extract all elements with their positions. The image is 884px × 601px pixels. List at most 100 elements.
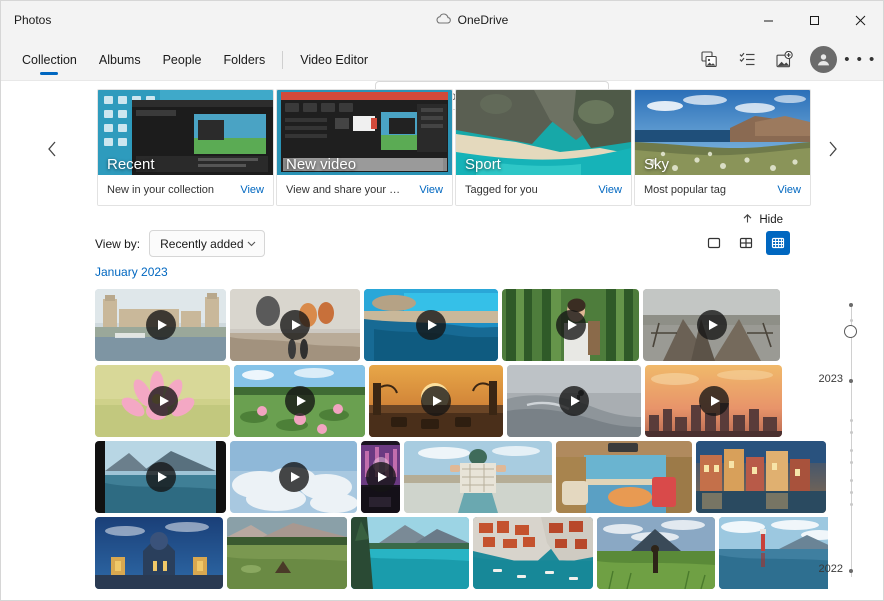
hide-banner-button[interactable]: Hide: [742, 211, 783, 229]
play-button[interactable]: [146, 310, 176, 340]
play-button[interactable]: [285, 386, 315, 416]
banner-card-recent[interactable]: Recent New in your collection View: [97, 89, 274, 206]
banner-card-subtitle: New in your collection: [107, 184, 214, 196]
tile-cloudscape[interactable]: [230, 441, 357, 513]
tab-collection[interactable]: Collection: [11, 39, 88, 80]
play-button[interactable]: [146, 462, 176, 492]
banner-card-image: Recent: [98, 90, 273, 175]
tile-man-in-forest[interactable]: [502, 289, 639, 361]
tab-albums-label: Albums: [99, 53, 141, 67]
nav-separator: [282, 51, 283, 69]
tile-turquoise-lake: [351, 517, 469, 589]
scrubber-tick: [850, 419, 853, 422]
play-button[interactable]: [559, 386, 589, 416]
play-button[interactable]: [280, 310, 310, 340]
tile-pink-lotus[interactable]: [95, 365, 230, 437]
banner-cards: Recent New in your collection View: [97, 89, 812, 206]
tile-lotus-pond[interactable]: [234, 365, 365, 437]
view-by-label: View by:: [95, 237, 140, 251]
account-avatar[interactable]: [810, 46, 837, 73]
tab-people[interactable]: People: [152, 39, 213, 80]
view-size-medium-icon[interactable]: [734, 231, 758, 255]
nav-tabs: Collection Albums People Folders Video E…: [1, 39, 379, 80]
banner-card-title: Sky: [644, 156, 669, 173]
photo-grid: [95, 289, 828, 590]
tile-grey-surfer[interactable]: [507, 365, 641, 437]
chevron-right-icon[interactable]: [819, 136, 845, 162]
banner-card-footer: Tagged for you View: [456, 175, 631, 205]
play-button[interactable]: [556, 310, 586, 340]
tab-people-label: People: [163, 53, 202, 67]
scrubber-year-2023: 2023: [819, 373, 843, 385]
banner-card-title: New video: [286, 156, 356, 173]
tile-wooden-pier[interactable]: [643, 289, 780, 361]
month-header[interactable]: January 2023: [95, 265, 168, 279]
tile-city-skyline-dusk[interactable]: [645, 365, 782, 437]
tile-coastal-lagoon[interactable]: [364, 289, 498, 361]
window-controls: [745, 1, 883, 39]
view-size-small-icon[interactable]: [766, 231, 790, 255]
banner-card-subtitle: View and share your vi...: [286, 184, 401, 196]
scrubber-handle[interactable]: [844, 325, 857, 338]
scrubber-tick: [850, 449, 853, 452]
banner-carousel: Recent New in your collection View: [1, 89, 883, 208]
scrubber-tick: [849, 569, 853, 573]
onedrive-label: OneDrive: [458, 13, 509, 27]
scrubber-tick: [850, 491, 853, 494]
minimize-button[interactable]: [745, 1, 791, 39]
scrubber-track: [851, 305, 852, 577]
more-options-button[interactable]: • • •: [843, 44, 877, 76]
multi-select-photos-icon[interactable]: [690, 44, 728, 76]
banner-card-image: Sky: [635, 90, 810, 175]
chevron-left-icon[interactable]: [39, 136, 65, 162]
play-button[interactable]: [416, 310, 446, 340]
banner-card-view-link[interactable]: View: [419, 184, 443, 196]
banner-card-sky[interactable]: Sky Most popular tag View: [634, 89, 811, 206]
play-button[interactable]: [697, 310, 727, 340]
play-button[interactable]: [421, 386, 451, 416]
timeline-scrubber[interactable]: 2023 2022: [805, 297, 865, 589]
tab-folders[interactable]: Folders: [213, 39, 277, 80]
hide-label: Hide: [759, 214, 783, 226]
tile-hiker-volcano: [597, 517, 715, 589]
tile-hot-air-balloons[interactable]: [230, 289, 360, 361]
banner-card-title: Sport: [465, 156, 501, 173]
play-button[interactable]: [699, 386, 729, 416]
play-button[interactable]: [279, 462, 309, 492]
tile-mountain-lake[interactable]: [95, 441, 226, 513]
banner-card-image: New video: [277, 90, 452, 175]
banner-card-view-link[interactable]: View: [777, 184, 801, 196]
tab-albums[interactable]: Albums: [88, 39, 152, 80]
checklist-icon[interactable]: [728, 44, 766, 76]
tile-westminster-river[interactable]: [95, 289, 226, 361]
close-button[interactable]: [837, 1, 883, 39]
banner-card-view-link[interactable]: View: [598, 184, 622, 196]
banner-card-title: Recent: [107, 156, 155, 173]
play-button[interactable]: [148, 386, 178, 416]
banner-card-sport[interactable]: Sport Tagged for you View: [455, 89, 632, 206]
play-button[interactable]: [366, 462, 396, 492]
chevron-down-icon: [247, 239, 256, 249]
banner-card-view-link[interactable]: View: [240, 184, 264, 196]
tab-folders-label: Folders: [224, 53, 266, 67]
view-by-dropdown[interactable]: Recently added: [149, 230, 265, 257]
view-size-large-icon[interactable]: [702, 231, 726, 255]
tile-mountain-meadow: [227, 517, 347, 589]
import-photos-icon[interactable]: [766, 44, 804, 76]
scrubber-tick: [850, 479, 853, 482]
tab-collection-label: Collection: [22, 53, 77, 67]
scrubber-tick: [850, 319, 853, 322]
tab-video-editor[interactable]: Video Editor: [289, 39, 379, 80]
scrubber-tick: [850, 461, 853, 464]
photo-grid-row: [95, 517, 828, 589]
tile-concert-portrait[interactable]: [361, 441, 400, 513]
banner-card-footer: View and share your vi... View: [277, 175, 452, 205]
scrubber-tick: [850, 503, 853, 506]
banner-card-footer: New in your collection View: [98, 175, 273, 205]
maximize-button[interactable]: [791, 1, 837, 39]
banner-card-new-video[interactable]: New video View and share your vi... View: [276, 89, 453, 206]
scrubber-tick: [849, 303, 853, 307]
tab-video-editor-label: Video Editor: [300, 53, 368, 67]
tile-sunset-street[interactable]: [369, 365, 503, 437]
title-bar: Photos OneDrive: [1, 1, 883, 39]
